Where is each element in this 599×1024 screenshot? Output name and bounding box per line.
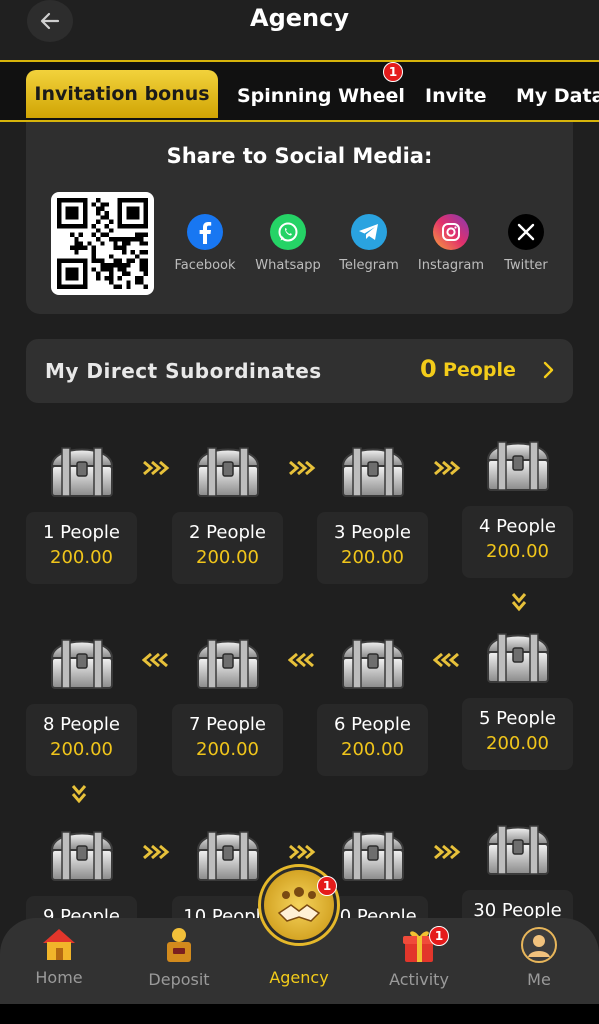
reward-step-card[interactable]: 2 People 200.00 [172, 512, 283, 584]
arrow-right-icon [288, 460, 316, 480]
reward-people-count: 3 People [334, 522, 411, 543]
share-twitter[interactable]: Twitter [481, 214, 571, 273]
home-icon [43, 929, 75, 960]
tab-bar: Invitation bonus Spinning Wheel Invite M… [0, 60, 599, 122]
deposit-icon [167, 928, 191, 962]
reward-amount: 200.00 [50, 739, 113, 760]
reward-people-count: 4 People [479, 516, 556, 537]
arrow-right-icon [142, 844, 170, 864]
reward-amount: 200.00 [341, 739, 404, 760]
reward-step-card[interactable]: 1 People 200.00 [26, 512, 137, 584]
treasure-chest-icon[interactable] [482, 814, 554, 880]
reward-step-card[interactable]: 5 People 200.00 [462, 698, 573, 770]
arrow-left-icon [141, 652, 170, 672]
nav-activity-badge: 1 [429, 926, 449, 946]
treasure-chest-icon[interactable] [46, 436, 118, 502]
treasure-chest-icon[interactable] [192, 436, 264, 502]
direct-subordinates-label: My Direct Subordinates [45, 359, 322, 383]
facebook-icon [187, 214, 223, 250]
reward-people-count: 6 People [334, 714, 411, 735]
nav-home[interactable]: Home [9, 926, 109, 987]
reward-amount: 200.00 [196, 547, 259, 568]
reward-amount: 200.00 [486, 541, 549, 562]
reward-amount: 200.00 [50, 547, 113, 568]
whatsapp-icon [270, 214, 306, 250]
qr-code[interactable] [51, 192, 154, 295]
share-card: Share to Social Media: Facebook Whatsapp… [26, 122, 573, 314]
treasure-chest-icon[interactable] [337, 628, 409, 694]
chevron-right-icon [543, 361, 554, 379]
reward-amount: 200.00 [196, 739, 259, 760]
treasure-chest-icon[interactable] [482, 430, 554, 496]
nav-activity[interactable]: Activity [369, 926, 469, 989]
reward-people-count: 1 People [43, 522, 120, 543]
arrow-down-icon [71, 784, 87, 812]
treasure-chest-icon[interactable] [482, 622, 554, 688]
arrow-left-icon [287, 652, 316, 672]
x-icon [508, 214, 544, 250]
treasure-chest-icon[interactable] [46, 820, 118, 886]
nav-me[interactable]: Me [489, 926, 589, 989]
reward-step-card[interactable]: 7 People 200.00 [172, 704, 283, 776]
treasure-chest-icon[interactable] [192, 820, 264, 886]
treasure-chest-icon[interactable] [192, 628, 264, 694]
nav-agency[interactable]: Agency [249, 966, 349, 987]
arrow-right-icon [433, 844, 461, 864]
reward-step-card[interactable]: 3 People 200.00 [317, 512, 428, 584]
arrow-right-icon [142, 460, 170, 480]
direct-subordinates-unit: People [443, 359, 516, 381]
telegram-icon [351, 214, 387, 250]
reward-step-card[interactable]: 4 People 200.00 [462, 506, 573, 578]
arrow-right-icon [433, 460, 461, 480]
reward-step-card[interactable]: 8 People 200.00 [26, 704, 137, 776]
reward-people-count: 5 People [479, 708, 556, 729]
nav-deposit[interactable]: Deposit [129, 926, 229, 989]
qr-code-image [57, 198, 148, 289]
direct-subordinates-count: 0 [420, 355, 437, 383]
reward-people-count: 8 People [43, 714, 120, 735]
share-facebook[interactable]: Facebook [160, 214, 250, 273]
user-avatar-icon [521, 927, 557, 963]
treasure-chest-icon[interactable] [46, 628, 118, 694]
direct-subordinates-row[interactable]: My Direct Subordinates 0 People [26, 339, 573, 403]
tab-invite[interactable]: Invite [425, 76, 486, 116]
reward-people-count: 7 People [189, 714, 266, 735]
reward-amount: 200.00 [341, 547, 404, 568]
nav-agency-badge: 1 [317, 876, 337, 896]
arrow-down-icon [511, 592, 527, 620]
reward-amount: 200.00 [486, 733, 549, 754]
header: Agency [0, 0, 599, 60]
arrow-left-icon [432, 652, 461, 672]
arrow-right-icon [288, 844, 316, 864]
share-title: Share to Social Media: [166, 144, 433, 168]
page-title: Agency [250, 4, 349, 32]
reward-people-count: 2 People [189, 522, 266, 543]
share-telegram[interactable]: Telegram [324, 214, 414, 273]
instagram-icon [433, 214, 469, 250]
tab-spinning-wheel[interactable]: Spinning Wheel [237, 76, 405, 116]
tab-spinning-wheel-badge: 1 [383, 62, 403, 82]
system-bar [0, 1004, 599, 1024]
treasure-chest-icon[interactable] [337, 436, 409, 502]
share-whatsapp[interactable]: Whatsapp [243, 214, 333, 273]
tab-invitation-bonus[interactable]: Invitation bonus [26, 70, 218, 118]
treasure-chest-icon[interactable] [337, 820, 409, 886]
tab-my-data[interactable]: My Data [516, 76, 599, 116]
reward-step-card[interactable]: 6 People 200.00 [317, 704, 428, 776]
